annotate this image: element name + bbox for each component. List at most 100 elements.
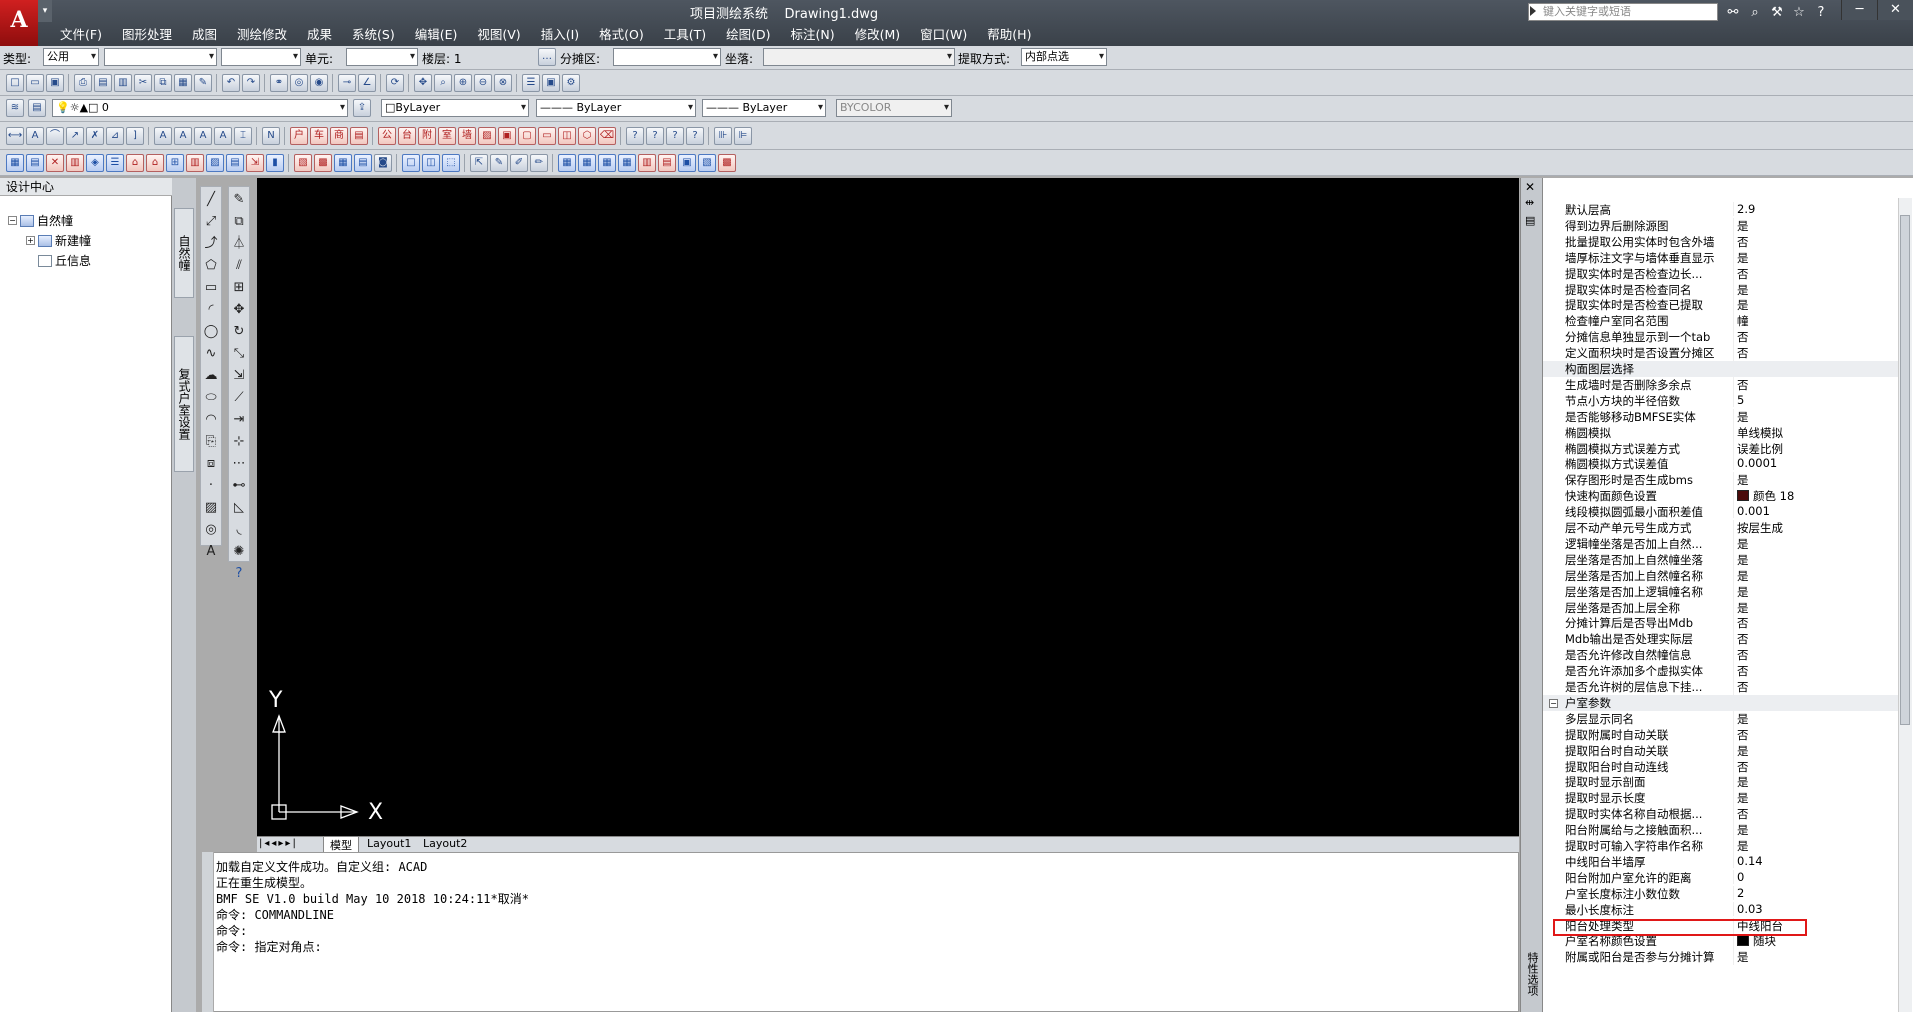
property-row[interactable]: 逻辑幢坐落是否加上自然... 是	[1543, 535, 1905, 552]
property-value[interactable]: 5	[1733, 392, 1903, 407]
property-value[interactable]: 是	[1733, 551, 1903, 568]
ellipse-arc-icon[interactable]: ◠	[203, 411, 219, 429]
property-value[interactable]: 否	[1733, 758, 1903, 775]
help-icon[interactable]: ?	[1812, 4, 1830, 22]
circle-icon[interactable]: ◯	[203, 323, 219, 341]
tools-icon[interactable]: ⚒	[1768, 4, 1786, 22]
quick-access-dropdown-icon[interactable]: ▾	[38, 0, 52, 22]
polygon-icon[interactable]: ⬠	[203, 257, 219, 275]
property-row[interactable]: 提取时可输入字符串作名称 是	[1543, 838, 1905, 854]
property-row[interactable]: Mdb输出是否处理实际层 否	[1543, 631, 1905, 648]
property-row[interactable]: 中线阳台半墙厚 0.14	[1543, 853, 1905, 870]
join-icon[interactable]: ⊷	[231, 477, 247, 495]
spline-icon[interactable]: ∿	[203, 345, 219, 363]
property-value[interactable]: 否	[1733, 663, 1903, 680]
property-value[interactable]: 按层生成	[1733, 520, 1903, 536]
3d-orbit-icon[interactable]: ◎	[290, 74, 308, 92]
property-category-header[interactable]: − 户室参数	[1543, 694, 1905, 711]
plan-icon[interactable]: ▧	[294, 154, 312, 172]
property-value[interactable]: 2	[1733, 885, 1903, 900]
property-value[interactable]: 否	[1733, 679, 1903, 695]
property-value[interactable]: 否	[1733, 615, 1903, 632]
refresh-icon[interactable]: ⟳	[386, 74, 404, 92]
property-value[interactable]: 否	[1733, 806, 1903, 823]
point-icon[interactable]: ·	[203, 477, 219, 495]
copy-object-icon[interactable]: ⧉	[231, 213, 247, 231]
property-row[interactable]: 椭圆模拟 单线模拟	[1543, 424, 1905, 441]
tab-natural-building[interactable]: 自然幢	[174, 208, 194, 298]
property-value[interactable]: 0	[1733, 869, 1903, 884]
hatch-icon[interactable]: ▨	[203, 499, 219, 517]
split-window-icon[interactable]: ◫	[422, 154, 440, 172]
property-row[interactable]: 阳台附加户室允许的距离 0	[1543, 869, 1905, 886]
property-row[interactable]: 椭圆模拟方式误差值 0.0001	[1543, 456, 1905, 472]
delete-table-icon[interactable]: ✕	[46, 154, 64, 172]
property-row[interactable]: 提取时显示长度 是	[1543, 790, 1905, 807]
rectangle-icon[interactable]: ▭	[203, 279, 219, 297]
offset-icon[interactable]: ⫽	[231, 257, 247, 275]
chart-icon[interactable]: ▮	[266, 154, 284, 172]
region-icon[interactable]: ▣	[498, 127, 516, 145]
make-block-icon[interactable]: ⧈	[203, 455, 219, 473]
property-value[interactable]: 误差比例	[1733, 440, 1903, 457]
property-value[interactable]: 2.9	[1733, 202, 1903, 216]
shop-icon[interactable]: 商	[330, 127, 348, 145]
text-edit-icon[interactable]: A	[194, 127, 212, 145]
open-file-icon[interactable]: ▭	[26, 74, 44, 92]
color-select[interactable]: □ByLayer	[381, 99, 529, 117]
menu-item[interactable]: 成图	[182, 26, 227, 44]
property-value[interactable]: 否	[1733, 376, 1903, 393]
multiline-text-icon[interactable]: A	[203, 543, 219, 561]
property-row[interactable]: 提取实体时是否检查边长... 否	[1543, 265, 1905, 282]
menu-item[interactable]: 工具(T)	[654, 26, 716, 44]
property-row[interactable]: 定义面积块时是否设置分摊区 否	[1543, 345, 1905, 362]
property-value[interactable]: 是	[1733, 472, 1903, 489]
property-value[interactable]: 0.03	[1733, 901, 1903, 916]
ucs-icon[interactable]: ⊸	[338, 74, 356, 92]
type-select[interactable]: 公用	[43, 48, 99, 66]
property-row[interactable]: 层坐落是否加上逻辑幢名称 是	[1543, 583, 1905, 600]
scale-icon[interactable]: ⤡	[231, 345, 247, 363]
tab-layout1[interactable]: Layout1	[361, 837, 417, 850]
menu-item[interactable]: 绘图(D)	[716, 26, 780, 44]
property-row[interactable]: 构面图层选择	[1543, 361, 1905, 377]
grid-icon[interactable]: ▦	[6, 154, 24, 172]
property-value[interactable]: 否	[1733, 647, 1903, 664]
house-icon[interactable]: 户	[290, 127, 308, 145]
text-align-icon[interactable]: N	[262, 127, 280, 145]
building4-icon[interactable]: ▦	[618, 154, 636, 172]
extract-method-select[interactable]: 内部点选	[1021, 48, 1107, 66]
zoom-previous-icon[interactable]: ⊖	[474, 74, 492, 92]
stats-icon[interactable]: ▥	[638, 154, 656, 172]
bracket-icon[interactable]: ]	[126, 127, 144, 145]
menu-item[interactable]: 格式(O)	[589, 26, 654, 44]
calc-icon[interactable]: ⊞	[166, 154, 184, 172]
property-row[interactable]: 阳台附属给与之接触面积... 是	[1543, 822, 1905, 839]
binoculars-icon[interactable]: ⚯	[1724, 4, 1742, 22]
property-row[interactable]: 分摊信息单独显示到一个tab 否	[1543, 329, 1905, 346]
command-window-grip[interactable]	[202, 852, 214, 1012]
text-style-icon[interactable]: A	[26, 127, 44, 145]
break-icon[interactable]: ✗	[86, 127, 104, 145]
property-value[interactable]: 是	[1733, 838, 1903, 854]
extend-icon[interactable]: ⇥	[231, 411, 247, 429]
query2-icon[interactable]: ?	[646, 127, 664, 145]
layer-select[interactable]: 💡☼▲□ 0	[52, 99, 348, 117]
unit-select[interactable]	[346, 48, 418, 66]
properties-scroll-thumb[interactable]	[1900, 215, 1910, 725]
property-row[interactable]: 是否能够移动BMFSE实体 是	[1543, 408, 1905, 425]
mirror-icon[interactable]: ⏃	[231, 235, 247, 253]
zoom-realtime-icon[interactable]: ⌕	[434, 74, 452, 92]
table-edit-icon[interactable]: ▥	[66, 154, 84, 172]
print-preview-icon[interactable]: ▤	[94, 74, 112, 92]
make-current-layer-icon[interactable]: ⇪	[353, 99, 371, 117]
lineweight-select[interactable]: ——— ByLayer	[702, 99, 826, 117]
drawing-area[interactable]: Y X	[257, 178, 1519, 836]
menu-item[interactable]: 测绘修改	[227, 26, 297, 44]
coord-select[interactable]	[763, 48, 955, 66]
property-value[interactable]: 是	[1733, 567, 1903, 584]
doc-icon[interactable]: ▤	[226, 154, 244, 172]
property-value[interactable]: 是	[1733, 408, 1903, 425]
select-icon[interactable]: ⬚	[442, 154, 460, 172]
tab-duplex-room-settings[interactable]: 复式户室设置	[174, 336, 194, 472]
